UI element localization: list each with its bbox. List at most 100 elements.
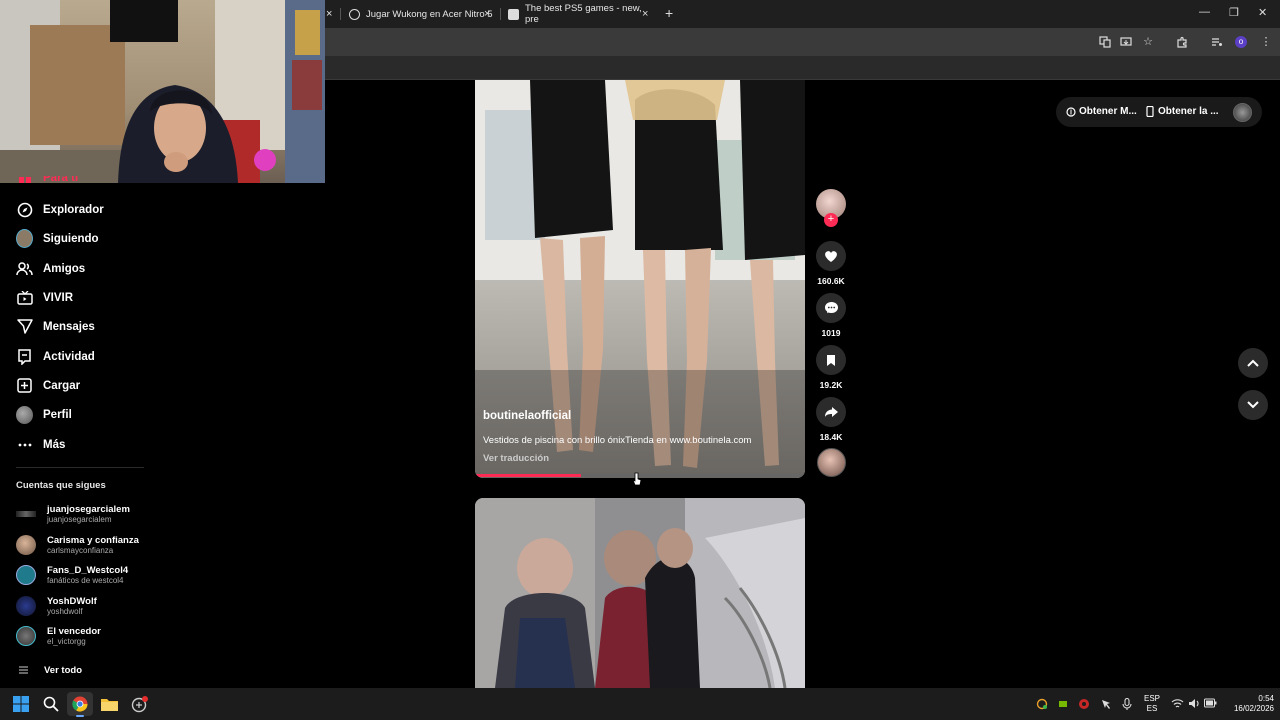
language-indicator[interactable]: ESP ES [1143, 694, 1161, 714]
sidebar-item-perfil[interactable]: Perfil [16, 405, 72, 424]
previous-video-button[interactable] [1238, 348, 1268, 378]
translate-icon[interactable] [1099, 36, 1111, 48]
sidebar-item-actividad[interactable]: Actividad [16, 348, 95, 365]
compass-icon [16, 201, 33, 218]
following-item[interactable]: El vencedor el_victorgg [16, 626, 101, 646]
clock-time: 0:54 [1258, 694, 1274, 703]
sidebar-item-explorador[interactable]: Explorador [16, 201, 104, 218]
minimize-icon[interactable]: — [1199, 6, 1210, 18]
tab-ps5[interactable]: The best PS5 games - new, pre × [508, 3, 658, 25]
following-title: Cuentas que sigues [16, 480, 106, 491]
active-indicator [76, 715, 84, 717]
share-count: 18.4K [819, 432, 843, 442]
tab-separator [500, 8, 501, 20]
media-control-icon[interactable] [1211, 36, 1223, 48]
pointer-icon[interactable] [1100, 698, 1112, 713]
sidebar-item-amigos[interactable]: Amigos [16, 260, 85, 277]
send-icon [16, 318, 33, 335]
sidebar-item-siguiendo[interactable]: Siguiendo [16, 229, 99, 248]
app-icon[interactable] [131, 696, 148, 718]
video-player[interactable]: boutinelaofficial Vestidos de piscina co… [475, 80, 805, 478]
video-caption: Vestidos de piscina con brillo ónixTiend… [483, 435, 752, 446]
video-player[interactable] [475, 498, 805, 688]
avatar [16, 229, 33, 248]
sidebar-item-label: Amigos [43, 262, 86, 275]
get-mobile-app-label: Obtener la ... [1158, 106, 1219, 117]
like-button[interactable] [816, 241, 846, 271]
bookmark-star-icon[interactable]: ☆ [1142, 36, 1154, 48]
search-icon[interactable] [43, 696, 59, 717]
profile-avatar[interactable]: o [1235, 36, 1247, 48]
nvidia-icon[interactable] [1057, 698, 1069, 713]
account-name: Carisma y confianza [47, 535, 139, 546]
microphone-icon[interactable] [1122, 697, 1132, 713]
comment-button[interactable] [816, 293, 846, 323]
close-icon[interactable]: × [484, 8, 490, 20]
language-code: ESP [1143, 694, 1160, 703]
video-author[interactable]: boutinelaofficial [483, 410, 571, 422]
comment-icon [824, 302, 838, 314]
avatar [16, 596, 36, 616]
volume-icon[interactable] [1188, 698, 1200, 712]
save-button[interactable] [816, 345, 846, 375]
bookmark-icon [827, 354, 835, 366]
install-app-icon[interactable] [1120, 36, 1132, 48]
sidebar-item-label: Explorador [43, 203, 104, 216]
close-icon[interactable]: × [642, 8, 648, 20]
sync-icon[interactable] [1036, 698, 1048, 713]
account-name: juanjosegarcialem [47, 504, 130, 515]
sidebar-item-mas[interactable]: Más [16, 436, 65, 453]
following-item[interactable]: YoshDWolf yoshdwolf [16, 596, 97, 616]
new-tab-plus-icon[interactable]: + [665, 5, 673, 21]
sidebar-item-label: VIVIR [43, 291, 74, 304]
restore-icon[interactable]: ❐ [1229, 6, 1239, 19]
wifi-icon[interactable] [1171, 698, 1184, 712]
see-all-label: Ver todo [44, 664, 83, 676]
sidebar-item-mensajes[interactable]: Mensajes [16, 318, 95, 335]
following-item[interactable]: Carisma y confianza carlsmayconfianza [16, 535, 139, 555]
get-mobile-app-button[interactable]: Obtener la ... [1146, 106, 1219, 117]
sidebar-item-label: Cargar [43, 379, 81, 392]
clock[interactable]: 0:54 16/02/2026 [1222, 694, 1274, 714]
upload-icon [16, 377, 33, 394]
tab-wukong[interactable]: Jugar Wukong en Acer Nitro 5 × [349, 4, 499, 24]
sidebar-item-label: Actividad [43, 350, 95, 363]
sidebar-item-label: Siguiendo [43, 232, 99, 245]
translate-link[interactable]: Ver traducción [483, 453, 549, 464]
following-item[interactable]: Fans_D_Westcol4 fanáticos de westcol4 [16, 565, 128, 585]
sidebar-item-label: Mensajes [43, 320, 95, 333]
avatar [16, 626, 36, 646]
more-icon [16, 436, 33, 453]
video-progress-fill [475, 474, 581, 477]
follow-plus-icon[interactable]: + [824, 213, 838, 227]
share-icon [824, 407, 838, 417]
sidebar-item-cargar[interactable]: Cargar [16, 377, 80, 394]
shield-icon[interactable] [1078, 698, 1090, 713]
see-all-link[interactable]: Ver todo [19, 661, 82, 679]
sidebar-item-para-ti[interactable]: Para ti [16, 176, 78, 188]
home-icon [16, 176, 33, 188]
chevron-down-icon [1247, 401, 1259, 409]
account-name: YoshDWolf [47, 596, 97, 607]
comment-count: 1019 [821, 328, 841, 338]
account-handle: carlsmayconfianza [47, 546, 114, 555]
windows-start-icon[interactable] [13, 696, 29, 717]
sound-avatar[interactable] [817, 448, 846, 477]
following-item[interactable]: juanjosegarcialem juanjosegarcialem [16, 504, 130, 524]
account-handle: fanáticos de westcol4 [47, 576, 124, 585]
get-desktop-app-button[interactable]: Obtener M... [1066, 106, 1137, 117]
globe-icon [349, 8, 360, 20]
user-avatar[interactable] [1233, 103, 1252, 122]
kebab-menu-icon[interactable]: ⋮ [1260, 36, 1272, 48]
chrome-icon [72, 696, 88, 717]
window-close-icon[interactable]: ✕ [1258, 6, 1267, 19]
battery-icon[interactable] [1204, 698, 1217, 711]
extensions-icon[interactable] [1176, 36, 1188, 48]
tab-close-icon[interactable]: × [326, 4, 332, 24]
friends-icon [16, 260, 33, 277]
sidebar-item-vivir[interactable]: VIVIR [16, 289, 73, 306]
file-explorer-icon[interactable] [101, 697, 118, 716]
next-video-button[interactable] [1238, 390, 1268, 420]
share-button[interactable] [816, 397, 846, 427]
heart-icon [825, 250, 837, 262]
